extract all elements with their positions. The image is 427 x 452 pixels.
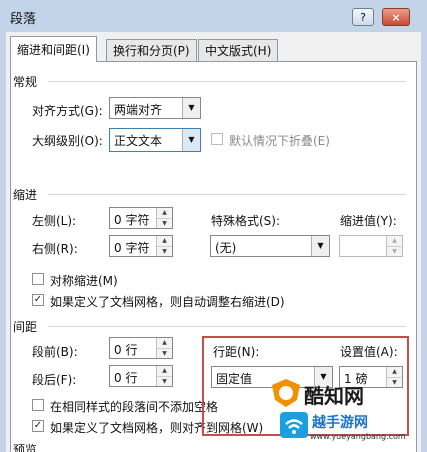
indent-by-spinner[interactable]: ▲ ▼ [339,235,403,257]
spinner-buttons[interactable]: ▲ ▼ [156,366,172,386]
special-indent-select[interactable]: (无) ▼ [210,235,330,257]
watermark-sub-text: 越手游网 [312,415,368,431]
no-space-same-style-label: 在相同样式的段落间不添加空格 [50,400,219,414]
left-indent-spinner[interactable]: 0 字符 ▲ ▼ [109,207,173,229]
chevron-down-icon[interactable]: ▼ [311,236,329,256]
tab-indents-spacing[interactable]: 缩进和间距(I) [10,36,97,62]
close-button[interactable]: × [382,8,410,26]
paragraph-dialog: 段落 ? × 缩进和间距(I) 换行和分页(P) 中文版式(H) 常规 对齐方式… [0,0,427,452]
watermark-logo: 酷知网 [270,378,410,408]
tab-label: 中文版式(H) [205,44,272,58]
title-bar[interactable]: 段落 ? × [0,0,427,32]
spinner-buttons[interactable]: ▲ ▼ [386,236,402,256]
spinner-buttons[interactable]: ▲ ▼ [156,236,172,256]
mirror-indent-label: 对称缩进(M) [50,274,118,288]
no-space-same-style-checkbox[interactable] [32,399,44,411]
special-indent-value: (无) [215,241,237,255]
dialog-title: 段落 [10,12,37,27]
spinner-buttons[interactable]: ▲ ▼ [156,338,172,358]
left-indent-value: 0 字符 [114,213,150,227]
watermark-sub: 越手游网 www.yueyangbang.com [280,412,425,452]
watermark-shield-icon [272,379,300,407]
spacing-before-spinner[interactable]: 0 行 ▲ ▼ [109,337,173,359]
chevron-down-icon[interactable]: ▼ [182,129,200,151]
right-indent-label: 右侧(R): [32,242,78,256]
special-indent-label: 特殊格式(S): [211,214,281,228]
spacing-before-value: 0 行 [114,343,138,357]
down-arrow-icon[interactable]: ▼ [157,348,172,358]
down-arrow-icon[interactable]: ▼ [157,246,172,256]
down-arrow-icon[interactable]: ▼ [387,246,402,256]
chevron-down-icon[interactable]: ▼ [182,98,200,118]
tab-line-page-breaks[interactable]: 换行和分页(P) [106,39,197,61]
alignment-select[interactable]: 两端对齐 ▼ [109,97,201,119]
up-arrow-icon[interactable]: ▲ [157,236,172,246]
spinner-buttons[interactable]: ▲ ▼ [156,208,172,228]
preview-heading: 预览 [13,443,38,452]
tab-asian-typography[interactable]: 中文版式(H) [198,39,279,61]
indent-heading: 缩进 [13,188,38,202]
spacing-after-label: 段后(F): [32,373,77,387]
wifi-icon [280,412,308,438]
snap-to-grid-checkbox[interactable]: ✓ [32,420,44,432]
watermark-brand: 酷知网 [304,384,364,408]
left-indent-label: 左侧(L): [32,214,77,228]
watermark-url: www.yueyangbang.com [310,432,406,441]
collapse-label: 默认情况下折叠(E) [229,134,330,148]
up-arrow-icon[interactable]: ▲ [387,236,402,246]
spacing-after-value: 0 行 [114,371,138,385]
right-indent-value: 0 字符 [114,241,150,255]
outline-level-select[interactable]: 正文文本 ▼ [109,128,201,152]
auto-adjust-checkbox[interactable]: ✓ [32,294,44,306]
up-arrow-icon[interactable]: ▲ [157,338,172,348]
tab-label: 缩进和间距(I) [17,43,90,57]
collapse-checkbox[interactable] [211,133,223,145]
spacing-after-spinner[interactable]: 0 行 ▲ ▼ [109,365,173,387]
alignment-label: 对齐方式(G): [32,104,103,118]
spacing-divider [48,326,406,327]
spacing-heading: 间距 [13,320,38,334]
outline-level-label: 大纲级别(O): [32,134,103,148]
spacing-before-label: 段前(B): [32,345,78,359]
tab-label: 换行和分页(P) [113,44,190,58]
indent-by-label: 缩进值(Y): [340,214,397,228]
outline-level-value: 正文文本 [114,134,163,148]
down-arrow-icon[interactable]: ▼ [157,218,172,228]
auto-adjust-label: 如果定义了文档网格，则自动调整右缩进(D) [50,295,285,309]
up-arrow-icon[interactable]: ▲ [157,366,172,376]
right-indent-spinner[interactable]: 0 字符 ▲ ▼ [109,235,173,257]
general-divider [48,81,406,82]
general-heading: 常规 [13,75,38,89]
indent-divider [48,194,406,195]
alignment-value: 两端对齐 [114,103,163,117]
help-button[interactable]: ? [352,8,374,26]
mirror-indent-checkbox[interactable] [32,273,44,285]
down-arrow-icon[interactable]: ▼ [157,376,172,386]
up-arrow-icon[interactable]: ▲ [157,208,172,218]
